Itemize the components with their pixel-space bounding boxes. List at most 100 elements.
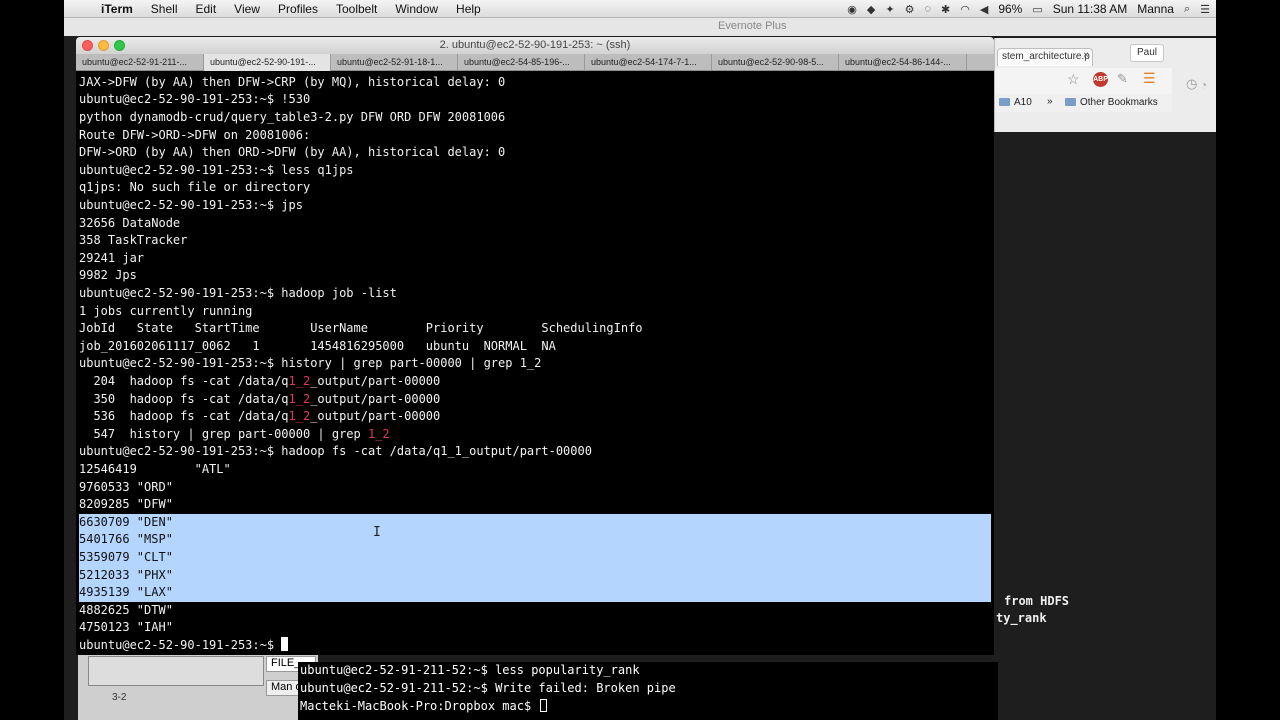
menu-app-iterm[interactable]: iTerm [92,0,142,18]
dropbox-icon[interactable]: ✦ [885,3,894,16]
bluetooth-icon[interactable]: ✱ [941,3,950,16]
menu-view[interactable]: View [225,0,269,18]
tab-session-5[interactable]: ubuntu@ec2-54-174-7-1... [585,54,712,71]
terminal-line: ubuntu@ec2-52-90-191-253:~$ hadoop fs -c… [79,444,592,459]
evernote-icon[interactable]: ◆ [867,3,875,16]
terminal-line: JobId State StartTime UserName Priority … [79,321,643,336]
terminal-line: ubuntu@ec2-52-90-191-253:~$ less q1jps [79,162,354,177]
history-entry-tail: _output/part-00000 [310,391,441,406]
terminal-cursor [281,637,289,651]
terminal-line: ubuntu@ec2-52-90-191-253:~$ jps [79,198,303,212]
bookmark-a10[interactable]: A10 [999,97,1032,108]
history-entry: 204 hadoop fs -cat /data/q [79,374,289,388]
terminal-line-selected: 6630709 "DEN" [79,514,173,529]
star-icon[interactable]: ☆ [1067,71,1080,88]
terminal-prompt: ubuntu@ec2-52-90-191-253:~$ [79,638,282,652]
tab-session-7[interactable]: ubuntu@ec2-54-86-144-... [839,54,967,71]
local-line-2: ubuntu@ec2-52-91-211-52:~$ Write failed:… [300,681,676,695]
clock[interactable]: Sun 11:38 AM [1053,2,1128,16]
fragment-line-1: from HDFS [1004,594,1070,608]
terminal-line: 12546419 "ATL" [79,462,231,476]
iterm-window: 2. ubuntu@ec2-52-90-191-253: ~ (ssh) ubu… [76,37,994,655]
terminal-line: 32656 DataNode [79,215,181,230]
ibeam-cursor-icon: I [373,525,381,540]
terminal-line: 4882625 "DTW" [79,602,173,617]
terminal-prompt-line: ubuntu@ec2-52-90-191-253:~$ [79,637,289,655]
menu-help[interactable]: Help [447,0,490,18]
terminal-line: 350 hadoop fs -cat /data/q1_2_output/par… [79,391,440,409]
background-panel [88,656,264,686]
menu-shell[interactable]: Shell [142,0,187,18]
tab-session-4[interactable]: ubuntu@ec2-54-85-196-... [458,54,585,71]
volume-icon[interactable]: ◀ [980,3,988,16]
menu-profiles[interactable]: Profiles [269,0,327,18]
record-icon[interactable]: ◉ [847,3,857,16]
bookmark-other[interactable]: Other Bookmarks [1065,97,1158,108]
terminal-line: 4750123 "IAH" [79,620,173,635]
terminal-line: 547 history | grep part-00000 | grep 1_2 [79,426,389,444]
wifi-icon[interactable]: ◠ [960,3,970,16]
notifications-icon[interactable]: ☰ [1200,3,1210,16]
history-entry-tail: _output/part-00000 [310,374,441,388]
history-entry-tail: _output/part-00000 [310,409,441,424]
local-prompt: Macteki-MacBook-Pro:Dropbox mac$ [300,699,539,713]
toolbelt-icon[interactable]: ⚙ [905,3,915,16]
battery-icon[interactable]: ▭ [1032,3,1042,16]
adblock-icon[interactable]: ABP [1093,72,1108,87]
spotlight-icon[interactable]: ⌕ [1184,3,1190,16]
terminal-line: 204 hadoop fs -cat /data/q1_2_output/par… [79,373,440,391]
battery-percent[interactable]: 96% [998,2,1022,16]
text-selection [79,514,991,602]
menu-toolbelt[interactable]: Toolbelt [327,0,386,18]
extension-icon[interactable]: ✎ [1117,71,1128,87]
terminal-line: job_201602061117_0062 1 1454816295000 ub… [79,338,556,353]
background-label: 3-2 [112,692,127,703]
grep-match: 1_2 [288,374,311,388]
tab-session-3[interactable]: ubuntu@ec2-52-91-18-1... [331,54,458,71]
terminal-line: Route DFW->ORD->DFW on 20081006: [79,127,311,142]
terminal-output[interactable]: JAX->DFW (by AA) then DFW->CRP (by MQ), … [76,71,994,655]
terminal-line: 8209285 "DFW" [79,497,173,512]
chevron-right-icon[interactable]: » [1047,96,1053,107]
grep-match: 1_2 [288,391,311,406]
status-area: ◉ ◆ ✦ ⚙ ◌ ✱ ◠ ◀ 96% ▭ Sun 11:38 AM Manna… [847,0,1210,18]
terminal-line: 9982 Jps [79,268,137,283]
browser-side: ◷ ◔ [1172,60,1216,120]
tab-session-1[interactable]: ubuntu@ec2-52-91-211-... [76,54,204,71]
folder-icon [999,98,1010,107]
terminal-line: 29241 jar [79,250,145,265]
close-icon[interactable]: × [1083,50,1089,61]
evernote-title: Evernote Plus [718,20,787,32]
bookmark-other-label: Other Bookmarks [1080,97,1158,108]
browser-tab[interactable]: stem_architecture.p [997,48,1093,66]
clock-icon[interactable]: ◷ [1186,76,1197,92]
menu-window[interactable]: Window [386,0,447,18]
terminal-line: 9760533 "ORD" [79,479,173,494]
desktop: iTerm Shell Edit View Profiles Toolbelt … [64,0,1216,720]
terminal-line: ubuntu@ec2-52-90-191-253:~$ history | gr… [79,356,542,371]
terminal-line: ubuntu@ec2-52-90-191-253:~$ hadoop job -… [79,286,397,300]
evernote-title-strip: Evernote Plus [64,18,1216,36]
tab-session-6[interactable]: ubuntu@ec2-52-90-98-5... [712,54,839,71]
local-terminal[interactable]: ubuntu@ec2-52-91-211-52:~$ less populari… [298,662,998,720]
timemachine-icon[interactable]: ◌ [924,3,931,15]
window-titlebar[interactable]: 2. ubuntu@ec2-52-90-191-253: ~ (ssh) [76,37,994,54]
terminal-line: 358 TaskTracker [79,233,188,248]
tab-session-2[interactable]: ubuntu@ec2-52-90-191-... [204,54,331,71]
profile-button[interactable]: Paul [1130,44,1164,62]
background-window: FILE_ Man o 3-2 [78,650,318,720]
window-title: 2. ubuntu@ec2-52-90-191-253: ~ (ssh) [439,39,631,51]
user-name[interactable]: Manna [1137,2,1174,16]
menu-edit[interactable]: Edit [186,0,225,18]
close-window-button[interactable] [82,40,93,51]
background-terminal-fragment: from HDFS ty_rank [994,590,1216,630]
menu-icon[interactable]: ☰ [1143,70,1156,87]
extension2-icon[interactable]: ◔ [1200,78,1207,92]
zoom-window-button[interactable] [114,40,125,51]
terminal-line: 1 jobs currently running [79,303,253,318]
minimize-window-button[interactable] [98,40,109,51]
terminal-line-selected: 5359079 "CLT" [79,550,173,564]
history-entry: 547 history | grep part-00000 | grep [79,426,368,441]
terminal-line: 536 hadoop fs -cat /data/q1_2_output/par… [79,408,440,426]
terminal-line: q1jps: No such file or directory [79,180,311,195]
